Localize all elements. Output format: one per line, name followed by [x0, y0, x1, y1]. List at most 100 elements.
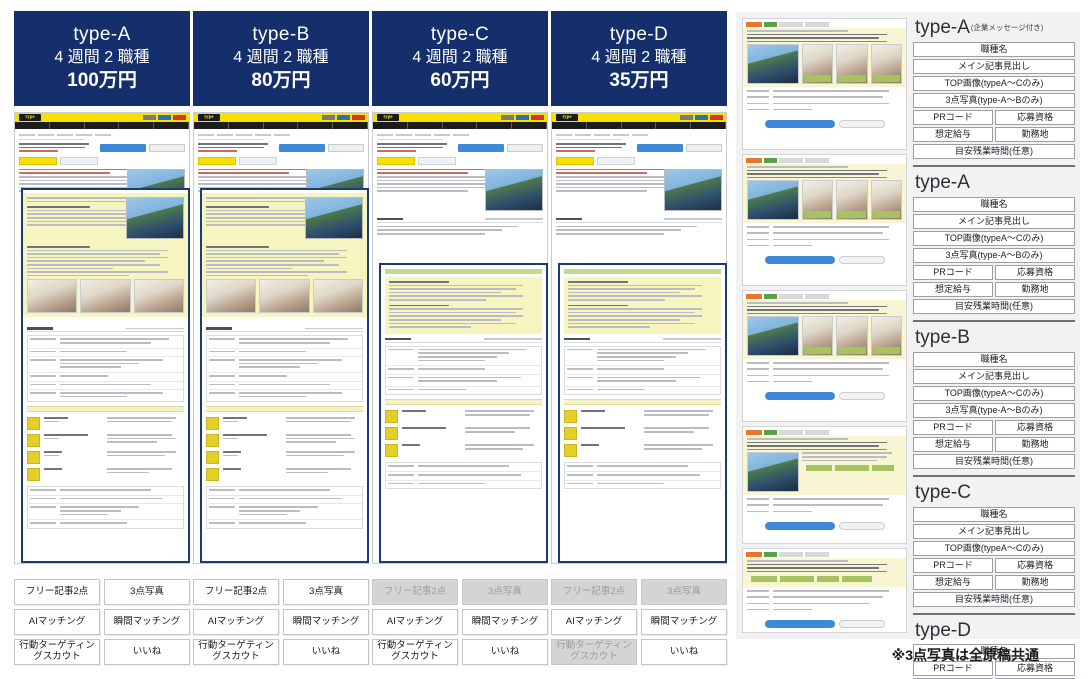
legend-title-text: type-A	[915, 171, 970, 193]
mock-cta-row	[19, 143, 185, 154]
feature-free-article[interactable]: フリー記事2点	[372, 579, 458, 605]
spec-mockup-type-a-msg	[742, 18, 907, 150]
legend-rows: 職種名 メイン記事見出し TOP画像(typeA〜Cのみ) PRコード 応募資格 …	[913, 506, 1075, 607]
mock-tab-inactive	[60, 156, 98, 165]
mock-apply-button	[279, 144, 325, 153]
badge-icon	[206, 468, 219, 482]
plan-type-label: type-A	[73, 24, 131, 46]
field-overtime: 目安残業時間(任意)	[913, 453, 1075, 469]
legend-title-text: type-B	[915, 326, 970, 348]
plan-duration-label: 4 週間 2 職種	[591, 48, 687, 66]
apply-button	[764, 391, 835, 400]
feature-instant-matching[interactable]: 瞬間マッチング	[283, 609, 369, 635]
save-button	[838, 391, 885, 400]
badge-icon	[385, 427, 398, 441]
legend-title-text: type-A	[915, 17, 970, 38]
mock-apply-button	[100, 144, 146, 153]
mock-three-photos	[27, 279, 184, 314]
plan-price-label: 100万円	[67, 70, 137, 92]
legend-title-text: type-D	[915, 619, 971, 641]
badge-icon	[27, 451, 40, 465]
field-location: 勤務地	[995, 574, 1075, 590]
feature-free-article[interactable]: フリー記事2点	[551, 579, 637, 605]
plan-column-type-c: type-C 4 週間 2 職種 60万円 type フリー記事2点 3点写真 …	[372, 0, 548, 679]
field-requirements: 応募資格	[995, 109, 1075, 125]
feature-free-article[interactable]: フリー記事2点	[193, 579, 279, 605]
save-button	[838, 521, 885, 530]
field-job-title: 職種名	[913, 351, 1075, 367]
badge-icon	[27, 434, 40, 448]
plan-column-type-b: type-B 4 週間 2 職種 80万円 type フリー記事2点 3点写真 …	[193, 0, 369, 679]
mock-tabs	[19, 156, 185, 165]
mock-apply-button	[637, 144, 683, 153]
mock-hero-photo	[485, 168, 543, 211]
field-overtime: 目安残業時間(任意)	[913, 591, 1075, 607]
legend-title: type-D	[915, 619, 1075, 642]
badge-icon	[564, 427, 577, 441]
feature-instant-matching[interactable]: 瞬間マッチング	[462, 609, 548, 635]
field-location: 勤務地	[995, 436, 1075, 452]
spec-panel: type-A(企業メッセージ付き) 職種名 メイン記事見出し TOP画像(typ…	[736, 12, 1080, 679]
spec-legend-column: type-A(企業メッセージ付き) 職種名 メイン記事見出し TOP画像(typ…	[913, 17, 1075, 679]
field-top-image: TOP画像(typeA〜Cのみ)	[913, 385, 1075, 401]
save-button	[838, 619, 885, 628]
mock-detail-table	[27, 335, 184, 403]
mock-free-article-block	[23, 193, 188, 318]
field-top-image: TOP画像(typeA〜Cのみ)	[913, 540, 1075, 556]
feature-three-photos[interactable]: 3点写真	[104, 579, 190, 605]
mock-highlight-band	[27, 406, 184, 413]
apply-button	[764, 521, 835, 530]
spec-mockup-type-c	[742, 426, 907, 544]
field-job-title: 職種名	[913, 506, 1075, 522]
field-location: 勤務地	[995, 126, 1075, 142]
legend-rows: 職種名 メイン記事見出し TOP画像(typeA〜Cのみ) 3点写真(type-…	[913, 196, 1075, 314]
mock-three-photos	[206, 279, 363, 314]
legend-title: type-A	[915, 171, 1075, 194]
mock-tab-active	[19, 156, 57, 165]
field-overtime: 目安残業時間(任意)	[913, 298, 1075, 314]
feature-instant-matching[interactable]: 瞬間マッチング	[641, 609, 727, 635]
tag-chips	[802, 463, 902, 473]
legend-subtitle: (企業メッセージ付き)	[970, 23, 1044, 32]
save-button	[838, 119, 885, 128]
badge-icon	[564, 410, 577, 424]
plan-price-label: 60万円	[430, 70, 490, 92]
feature-three-photos[interactable]: 3点写真	[641, 579, 727, 605]
top-image	[747, 452, 799, 493]
feature-ai-matching[interactable]: AIマッチング	[372, 609, 458, 635]
feature-free-article[interactable]: フリー記事2点	[14, 579, 100, 605]
plan-header-card: type-C 4 週間 2 職種 60万円	[372, 11, 548, 106]
top-image	[747, 44, 799, 85]
feature-three-photos[interactable]: 3点写真	[462, 579, 548, 605]
feature-ai-matching[interactable]: AIマッチング	[14, 609, 100, 635]
legend-block-type-c: type-C 職種名 メイン記事見出し TOP画像(typeA〜Cのみ) PRコ…	[913, 482, 1075, 615]
badge-icon	[206, 434, 219, 448]
feature-ai-matching[interactable]: AIマッチング	[193, 609, 279, 635]
mock-hero-photo	[664, 168, 722, 211]
spec-mockup-stack	[742, 18, 907, 633]
badge-icon	[27, 417, 40, 431]
feature-row: フリー記事2点 3点写真	[14, 579, 190, 605]
mock-green-header	[564, 269, 721, 274]
mock-free-article-block	[202, 193, 367, 318]
plan-detail-overlay	[21, 188, 190, 563]
three-photos	[802, 180, 902, 221]
feature-instant-matching[interactable]: 瞬間マッチング	[104, 609, 190, 635]
legend-rows: 職種名 メイン記事見出し TOP画像(typeA〜Cのみ) 3点写真(type-…	[913, 351, 1075, 469]
feature-ai-matching[interactable]: AIマッチング	[551, 609, 637, 635]
apply-button	[764, 119, 835, 128]
footnote: ※3点写真は全原稿共通	[891, 647, 1039, 663]
mock-topbar: type	[15, 113, 189, 122]
legend-title: type-C	[915, 482, 1075, 504]
field-pr-code: PRコード	[913, 419, 993, 435]
tag-chips	[747, 574, 902, 584]
mock-detail-table	[564, 345, 721, 396]
spec-photo-row	[747, 44, 902, 85]
mock-article-photo	[126, 197, 184, 239]
legend-block-type-a: type-A 職種名 メイン記事見出し TOP画像(typeA〜Cのみ) 3点写…	[913, 171, 1075, 322]
field-main-headline: メイン記事見出し	[913, 213, 1075, 229]
legend-block-type-a-msg: type-A(企業メッセージ付き) 職種名 メイン記事見出し TOP画像(typ…	[913, 17, 1075, 167]
feature-three-photos[interactable]: 3点写真	[283, 579, 369, 605]
mock-breadcrumb	[19, 134, 185, 136]
field-three-photos: 3点写真(type-A〜Bのみ)	[913, 92, 1075, 108]
